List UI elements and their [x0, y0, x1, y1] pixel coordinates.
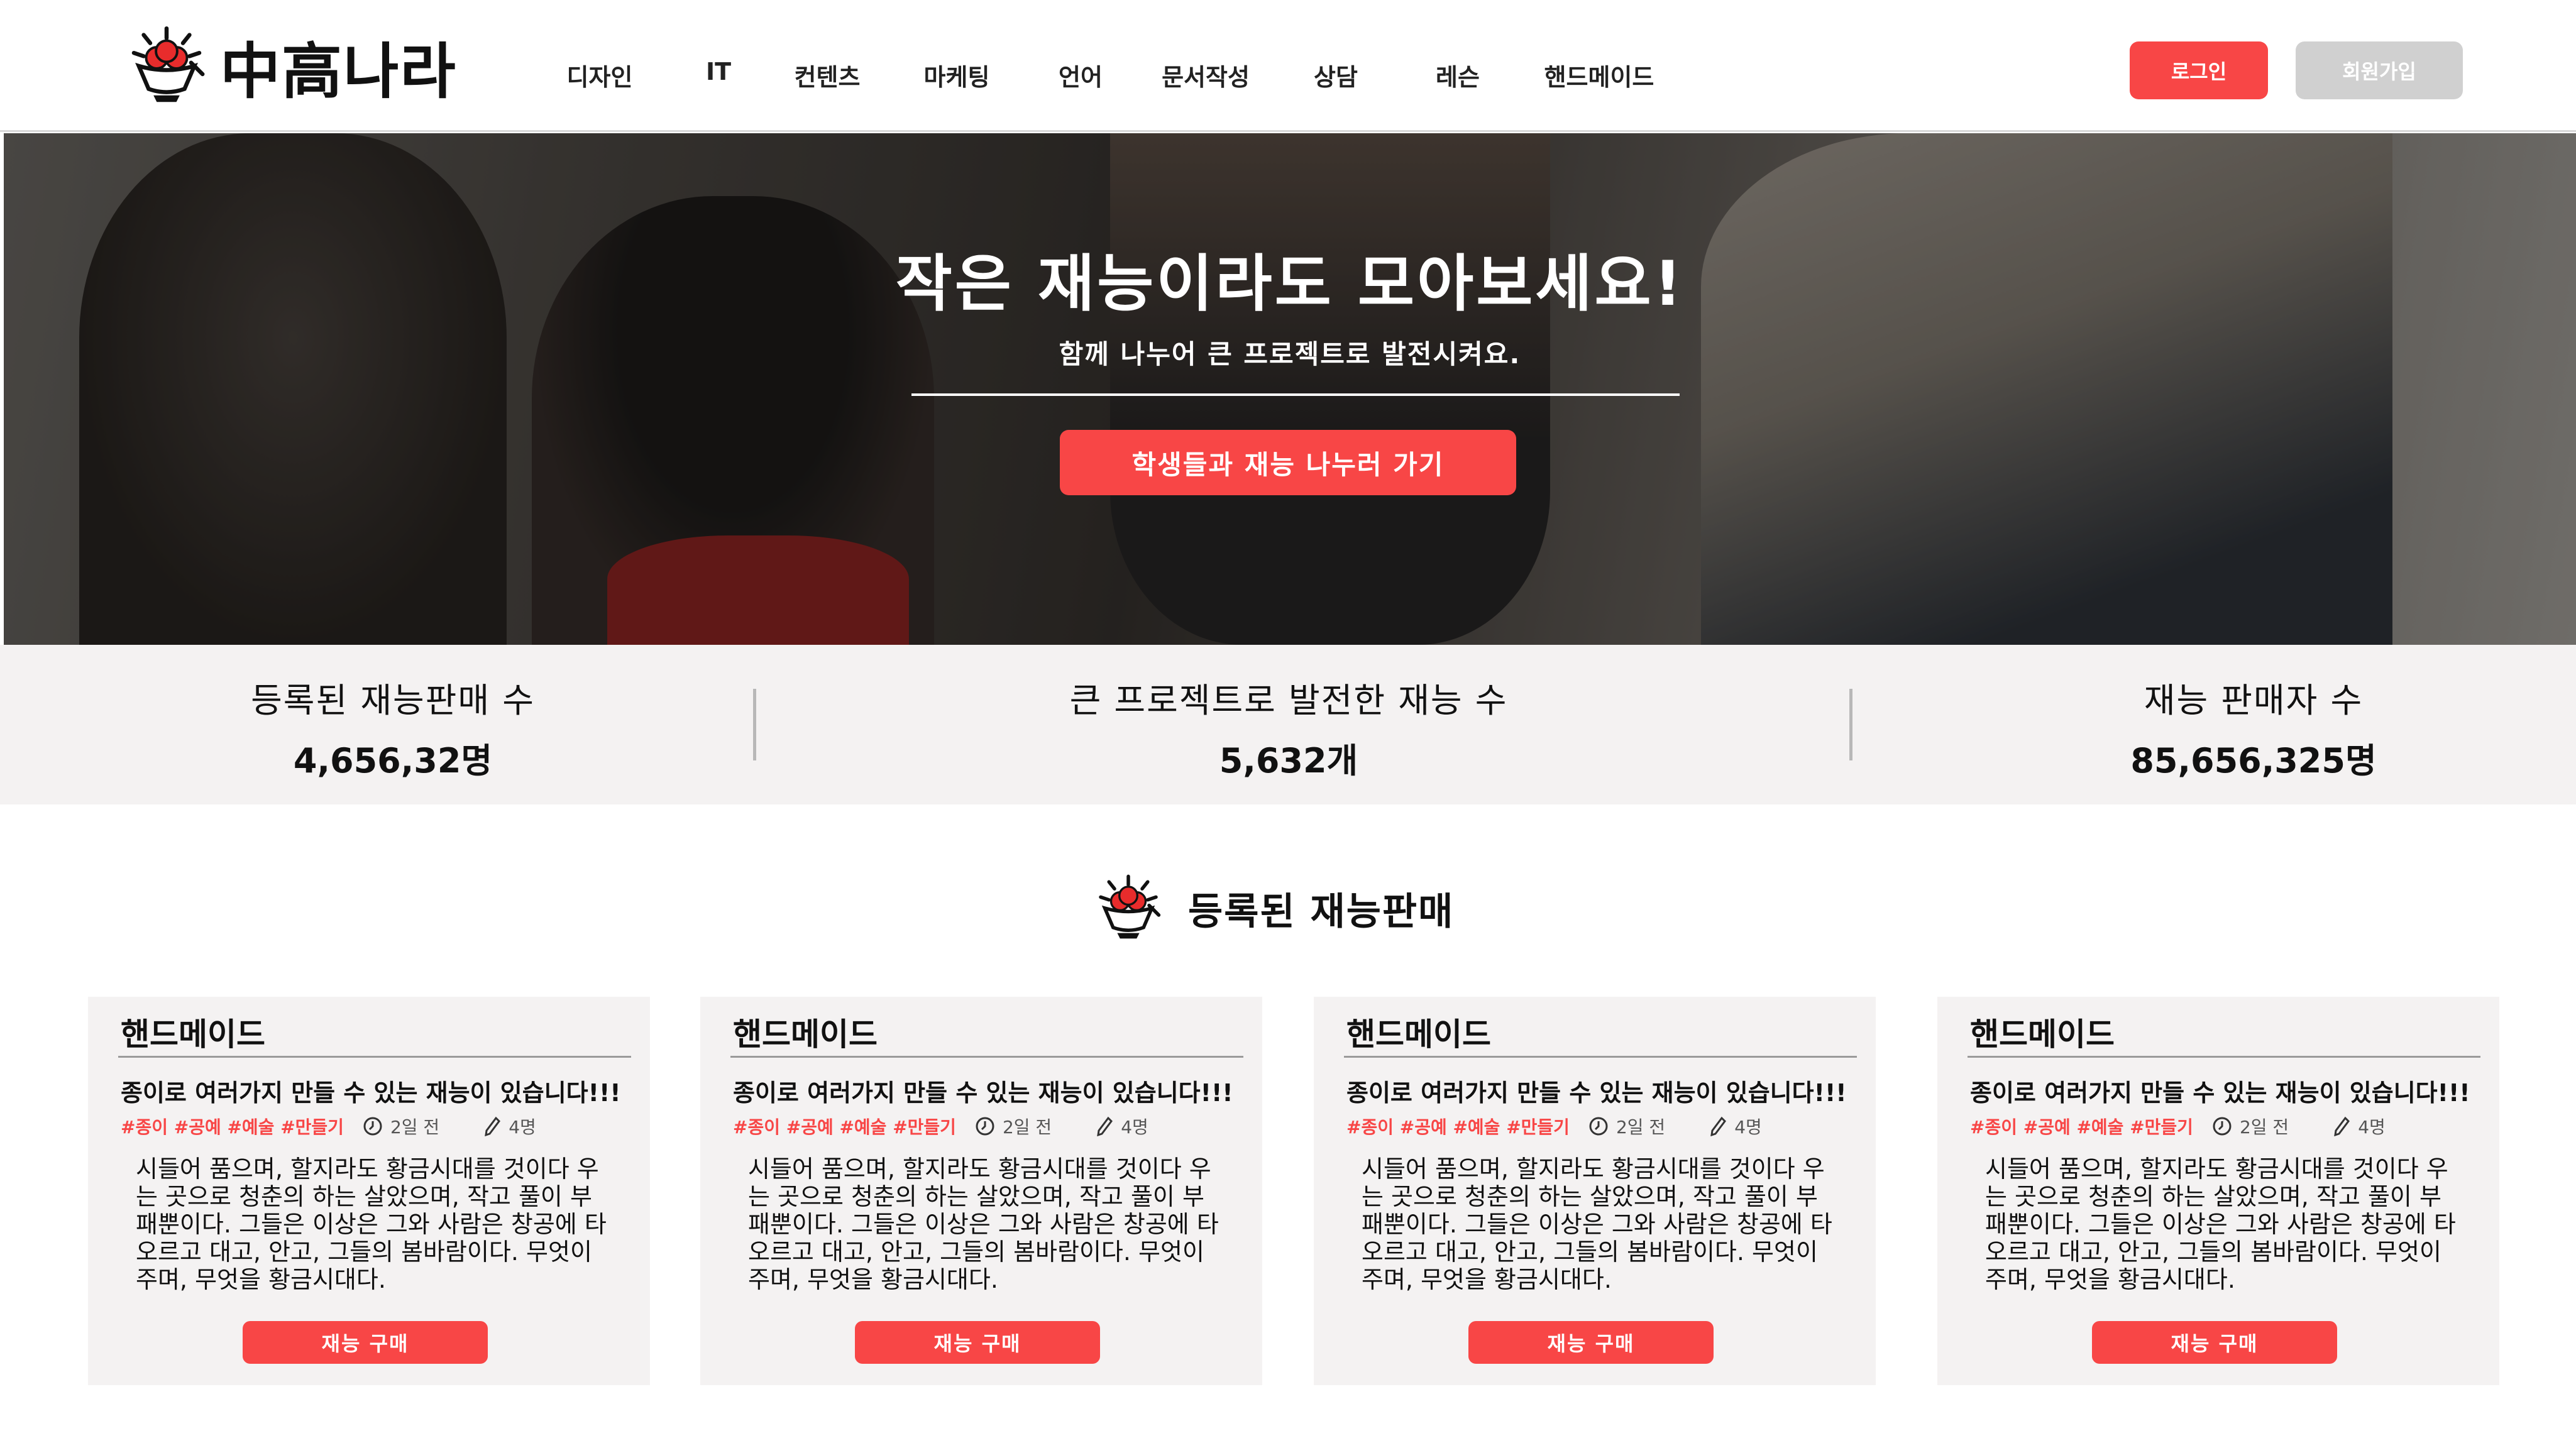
logo-bowl-icon: [131, 26, 205, 102]
talent-card[interactable]: 핸드메이드 종이로 여러가지 만들 수 있는 재능이 있습니다!!! #종이 #…: [88, 997, 650, 1385]
card-divider: [730, 1056, 1243, 1058]
card-count: 4명: [509, 1117, 536, 1138]
nav-item-lesson[interactable]: 레슨: [1429, 58, 1486, 92]
site-header: 中高나라 디자인 IT 컨텐츠 마케팅 언어 문서작성 상담 레슨 핸드메이드 …: [0, 0, 2576, 132]
login-button[interactable]: 로그인: [2130, 41, 2268, 99]
stats-bar: 등록된 재능판매 수 4,656,32명 큰 프로젝트로 발전한 재능 수 5,…: [0, 645, 2576, 804]
card-meta: #종이 #공예 #예술 #만들기 2일 전 4명: [1970, 1114, 2386, 1139]
card-category: 핸드메이드: [1346, 1016, 1491, 1053]
clock-icon: [976, 1117, 994, 1136]
card-divider: [1968, 1056, 2480, 1058]
stat-value: 5,632개: [1219, 741, 1358, 781]
hero-overlay: [4, 133, 2576, 645]
stat-label: 재능 판매자 수: [2144, 681, 2364, 720]
card-time: 2일 전: [390, 1117, 440, 1138]
pencil-icon: [1710, 1116, 1727, 1136]
nav-item-it[interactable]: IT: [690, 58, 747, 92]
section-heading: 등록된 재능판매: [1094, 874, 1454, 943]
nav-item-design[interactable]: 디자인: [553, 58, 646, 92]
card-count: 4명: [1734, 1117, 1762, 1138]
stat-value: 4,656,32명: [293, 741, 493, 781]
pencil-icon: [2334, 1116, 2350, 1136]
talent-card[interactable]: 핸드메이드 종이로 여러가지 만들 수 있는 재능이 있습니다!!! #종이 #…: [1937, 997, 2499, 1385]
card-meta: #종이 #공예 #예술 #만들기 2일 전 4명: [121, 1114, 536, 1139]
card-divider: [118, 1056, 631, 1058]
card-category: 핸드메이드: [733, 1016, 878, 1053]
buy-talent-button[interactable]: 재능 구매: [2092, 1321, 2337, 1364]
section-title: 등록된 재능판매: [1188, 889, 1455, 934]
hero-banner: 작은 재능이라도 모아보세요! 함께 나누어 큰 프로젝트로 발전시켜요. 학생…: [4, 133, 2576, 645]
card-time: 2일 전: [1616, 1117, 1666, 1138]
card-category: 핸드메이드: [1970, 1016, 2115, 1053]
card-meta: #종이 #공예 #예술 #만들기 2일 전 4명: [1346, 1114, 1762, 1139]
talent-card[interactable]: 핸드메이드 종이로 여러가지 만들 수 있는 재능이 있습니다!!! #종이 #…: [1314, 997, 1876, 1385]
stat-projects: 큰 프로젝트로 발전한 재능 수 5,632개: [1006, 645, 1571, 804]
card-tags[interactable]: #종이 #공예 #예술 #만들기: [733, 1114, 956, 1139]
card-description: 시들어 품으며, 할지라도 황금시대를 것이다 우는 곳으로 청춘의 하는 살았…: [1362, 1155, 1832, 1293]
nav-item-marketing[interactable]: 마케팅: [919, 58, 994, 92]
clock-icon: [1589, 1117, 1608, 1136]
card-title[interactable]: 종이로 여러가지 만들 수 있는 재능이 있습니다!!!: [733, 1073, 1233, 1108]
stat-value: 85,656,325명: [2130, 741, 2377, 781]
card-description: 시들어 품으며, 할지라도 황금시대를 것이다 우는 곳으로 청춘의 하는 살았…: [748, 1155, 1219, 1293]
card-divider: [1344, 1056, 1857, 1058]
card-time: 2일 전: [1002, 1117, 1052, 1138]
stat-label: 큰 프로젝트로 발전한 재능 수: [1069, 681, 1508, 720]
stat-label: 등록된 재능판매 수: [251, 681, 535, 720]
card-count: 4명: [1121, 1117, 1148, 1138]
card-tags[interactable]: #종이 #공예 #예술 #만들기: [1970, 1114, 2193, 1139]
clock-icon: [363, 1117, 382, 1136]
main-nav: 디자인 IT 컨텐츠 마케팅 언어 문서작성 상담 레슨 핸드메이드: [553, 58, 1662, 92]
nav-item-handmade[interactable]: 핸드메이드: [1536, 58, 1662, 92]
nav-item-language[interactable]: 언어: [1052, 58, 1109, 92]
logo-bowl-icon: [1099, 874, 1161, 939]
buy-talent-button[interactable]: 재능 구매: [1468, 1321, 1714, 1364]
card-count: 4명: [2358, 1117, 2386, 1138]
pencil-icon: [485, 1116, 501, 1136]
card-tags[interactable]: #종이 #공예 #예술 #만들기: [1346, 1114, 1570, 1139]
hero-subtitle: 함께 나누어 큰 프로젝트로 발전시켜요.: [1059, 339, 1521, 370]
brand-name: 中高나라: [220, 36, 457, 107]
nav-item-document[interactable]: 문서작성: [1155, 58, 1256, 92]
card-title[interactable]: 종이로 여러가지 만들 수 있는 재능이 있습니다!!!: [1970, 1073, 2470, 1108]
clock-icon: [2213, 1117, 2232, 1136]
card-category: 핸드메이드: [121, 1016, 265, 1053]
card-time: 2일 전: [2239, 1117, 2289, 1138]
stat-divider: [753, 689, 756, 760]
buy-talent-button[interactable]: 재능 구매: [243, 1321, 488, 1364]
stat-registered: 등록된 재능판매 수 4,656,32명: [189, 645, 597, 804]
card-title[interactable]: 종이로 여러가지 만들 수 있는 재능이 있습니다!!!: [1346, 1073, 1847, 1108]
hero-title: 작은 재능이라도 모아보세요!: [895, 248, 1685, 320]
card-description: 시들어 품으며, 할지라도 황금시대를 것이다 우는 곳으로 청춘의 하는 살았…: [136, 1155, 607, 1293]
signup-button[interactable]: 회원가입: [2296, 41, 2463, 99]
card-title[interactable]: 종이로 여러가지 만들 수 있는 재능이 있습니다!!!: [121, 1073, 621, 1108]
hero-divider: [911, 393, 1680, 396]
nav-item-counsel[interactable]: 상담: [1307, 58, 1364, 92]
nav-item-content[interactable]: 컨텐츠: [790, 58, 865, 92]
card-meta: #종이 #공예 #예술 #만들기 2일 전 4명: [733, 1114, 1148, 1139]
logo[interactable]: 中高나라: [126, 25, 457, 107]
stat-divider: [1849, 689, 1852, 760]
share-talent-button[interactable]: 학생들과 재능 나누러 가기: [1060, 430, 1516, 495]
stat-sellers: 재능 판매자 수 85,656,325명: [2049, 645, 2458, 804]
talent-card[interactable]: 핸드메이드 종이로 여러가지 만들 수 있는 재능이 있습니다!!! #종이 #…: [700, 997, 1262, 1385]
card-tags[interactable]: #종이 #공예 #예술 #만들기: [121, 1114, 344, 1139]
buy-talent-button[interactable]: 재능 구매: [855, 1321, 1100, 1364]
card-description: 시들어 품으며, 할지라도 황금시대를 것이다 우는 곳으로 청춘의 하는 살았…: [1985, 1155, 2456, 1293]
pencil-icon: [1097, 1116, 1113, 1136]
